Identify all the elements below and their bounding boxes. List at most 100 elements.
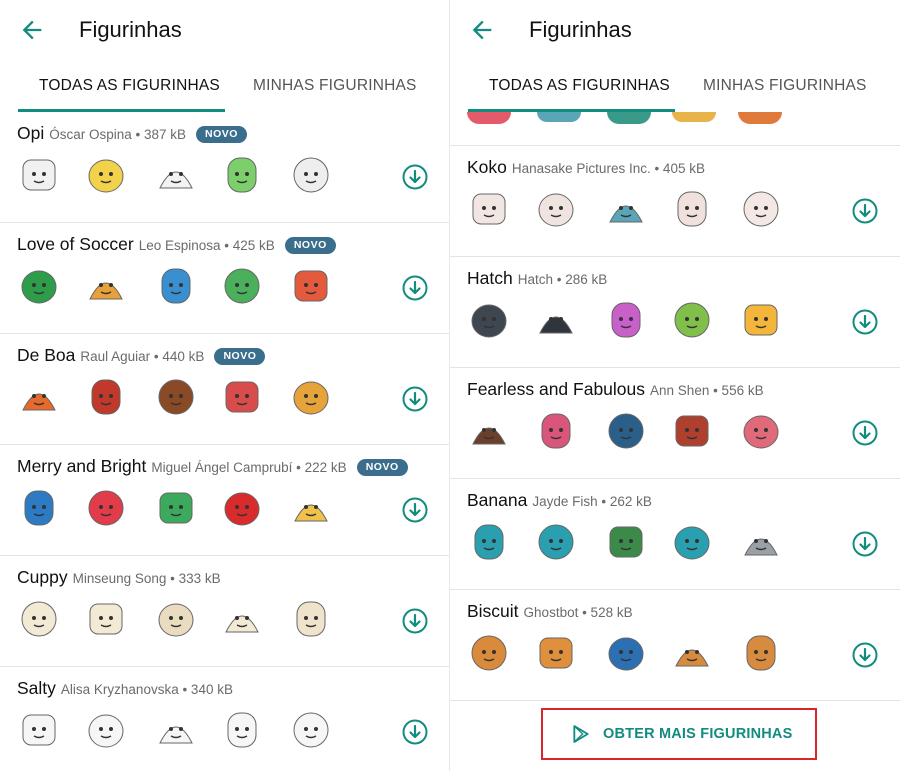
back-arrow-icon[interactable] xyxy=(468,16,496,44)
download-icon[interactable] xyxy=(852,531,878,557)
pack-author-size: Miguel Ángel Camprubí • 222 kB xyxy=(151,460,347,475)
sticker-thumbnail xyxy=(17,596,61,640)
sticker-pack-row[interactable]: Opi Óscar Ospina • 387 kB NOVO xyxy=(0,112,450,223)
sticker-thumbnail xyxy=(84,374,128,418)
sticker-thumbnail xyxy=(670,630,714,674)
pack-header: Salty Alisa Kryzhanovska • 340 kB xyxy=(17,678,233,699)
play-store-icon xyxy=(573,725,589,743)
sticker-thumbnail xyxy=(467,408,511,452)
sticker-thumbnail xyxy=(604,630,648,674)
sticker-thumbnail xyxy=(739,519,783,563)
pack-author-size: Hanasake Pictures Inc. • 405 kB xyxy=(511,161,705,176)
sticker-thumbnail xyxy=(154,485,198,529)
sticker-thumbnail xyxy=(17,152,61,196)
sticker-thumbnail xyxy=(604,186,648,230)
sticker-thumbnail xyxy=(467,519,511,563)
sticker-thumbnail xyxy=(604,297,648,341)
sticker-pack-row[interactable]: Merry and Bright Miguel Ángel Camprubí • … xyxy=(0,445,450,556)
sticker-thumbnail xyxy=(220,374,264,418)
sticker-pack-row[interactable]: Hatch Hatch • 286 kB xyxy=(450,257,900,368)
active-tab-indicator xyxy=(468,109,675,112)
tab-all-stickers[interactable]: TODAS AS FIGURINHAS xyxy=(39,77,220,95)
tab-my-stickers[interactable]: MINHAS FIGURINHAS xyxy=(703,77,867,95)
sticker-thumbnail xyxy=(604,408,648,452)
pack-name: Cuppy xyxy=(17,567,68,587)
pack-name: Merry and Bright xyxy=(17,456,147,476)
sticker-thumbnail xyxy=(220,263,264,307)
sticker-thumbnail xyxy=(670,297,714,341)
sticker-pack-row[interactable]: Love of Soccer Leo Espinosa • 425 kB NOVO xyxy=(0,223,450,334)
download-icon[interactable] xyxy=(852,198,878,224)
pack-author-size: Hatch • 286 kB xyxy=(517,272,608,287)
sticker-thumbnail xyxy=(154,596,198,640)
sticker-thumbnail xyxy=(289,152,333,196)
pack-name: Koko xyxy=(467,157,507,177)
pack-author-size: Leo Espinosa • 425 kB xyxy=(138,238,275,253)
sticker-thumbnail xyxy=(738,112,782,124)
sticker-pack-row[interactable]: Koko Hanasake Pictures Inc. • 405 kB xyxy=(450,146,900,257)
pack-author-size: Óscar Ospina • 387 kB xyxy=(49,127,187,142)
new-badge: NOVO xyxy=(196,126,247,143)
sticker-thumbnail xyxy=(289,596,333,640)
pack-name: De Boa xyxy=(17,345,76,365)
download-icon[interactable] xyxy=(402,497,428,523)
download-icon[interactable] xyxy=(402,164,428,190)
sticker-thumbnail xyxy=(154,263,198,307)
new-badge: NOVO xyxy=(356,459,408,476)
pack-name: Love of Soccer xyxy=(17,234,134,254)
sticker-thumbnail xyxy=(672,112,716,122)
get-more-stickers-button[interactable]: OBTER MAIS FIGURINHAS xyxy=(541,708,817,760)
download-icon[interactable] xyxy=(402,386,428,412)
sticker-pack-row[interactable]: Cuppy Minseung Song • 333 kB xyxy=(0,556,450,667)
download-icon[interactable] xyxy=(852,642,878,668)
screenshot-composite: Figurinhas TODAS AS FIGURINHAS MINHAS FI… xyxy=(0,0,900,771)
pack-header: Biscuit Ghostbot • 528 kB xyxy=(467,601,633,622)
download-icon[interactable] xyxy=(852,309,878,335)
sticker-thumbnail xyxy=(534,297,578,341)
sticker-thumbnail xyxy=(537,112,581,122)
get-more-section: OBTER MAIS FIGURINHAS xyxy=(450,700,900,771)
sticker-pack-row[interactable]: Fearless and Fabulous Ann Shen • 556 kB xyxy=(450,368,900,479)
sticker-thumbnail xyxy=(670,519,714,563)
sticker-thumbnail xyxy=(467,186,511,230)
sticker-thumbnail xyxy=(84,707,128,751)
sticker-thumbnail xyxy=(467,630,511,674)
sticker-thumbnail xyxy=(670,186,714,230)
pack-name: Salty xyxy=(17,678,56,698)
pack-name: Fearless and Fabulous xyxy=(467,379,646,399)
sticker-thumbnail xyxy=(534,630,578,674)
sticker-thumbnail xyxy=(154,707,198,751)
sticker-thumbnail xyxy=(467,112,511,124)
tab-bar: TODAS AS FIGURINHAS MINHAS FIGURINHAS xyxy=(450,66,900,112)
sticker-thumbnail xyxy=(154,374,198,418)
pack-author-size: Raul Aguiar • 440 kB xyxy=(80,349,205,364)
download-icon[interactable] xyxy=(852,420,878,446)
sticker-thumbnail xyxy=(534,408,578,452)
pack-author-size: Minseung Song • 333 kB xyxy=(72,571,221,586)
sticker-thumbnail xyxy=(739,186,783,230)
download-icon[interactable] xyxy=(402,275,428,301)
tab-my-stickers[interactable]: MINHAS FIGURINHAS xyxy=(253,77,417,95)
sticker-thumbnail xyxy=(739,297,783,341)
sticker-pack-row[interactable]: Banana Jayde Fish • 262 kB xyxy=(450,479,900,590)
sticker-thumbnail xyxy=(739,630,783,674)
new-badge: NOVO xyxy=(214,348,266,365)
back-arrow-icon[interactable] xyxy=(18,16,46,44)
sticker-thumbnail xyxy=(84,596,128,640)
page-title: Figurinhas xyxy=(79,17,182,42)
download-icon[interactable] xyxy=(402,719,428,745)
pack-author-size: Ann Shen • 556 kB xyxy=(650,383,764,398)
sticker-pack-row[interactable]: Biscuit Ghostbot • 528 kB xyxy=(450,590,900,701)
pack-header: Merry and Bright Miguel Ángel Camprubí • … xyxy=(17,456,408,478)
sticker-thumbnail xyxy=(17,263,61,307)
sticker-pack-row[interactable]: De Boa Raul Aguiar • 440 kB NOVO xyxy=(0,334,450,445)
pack-author-size: Ghostbot • 528 kB xyxy=(523,605,633,620)
sticker-thumbnail xyxy=(84,152,128,196)
row-separator xyxy=(450,145,900,146)
sticker-pack-row[interactable]: Salty Alisa Kryzhanovska • 340 kB xyxy=(0,667,450,771)
tab-bar: TODAS AS FIGURINHAS MINHAS FIGURINHAS xyxy=(0,66,450,112)
download-icon[interactable] xyxy=(402,608,428,634)
sticker-thumbnail xyxy=(739,408,783,452)
sticker-thumbnail xyxy=(670,408,714,452)
tab-all-stickers[interactable]: TODAS AS FIGURINHAS xyxy=(489,77,670,95)
